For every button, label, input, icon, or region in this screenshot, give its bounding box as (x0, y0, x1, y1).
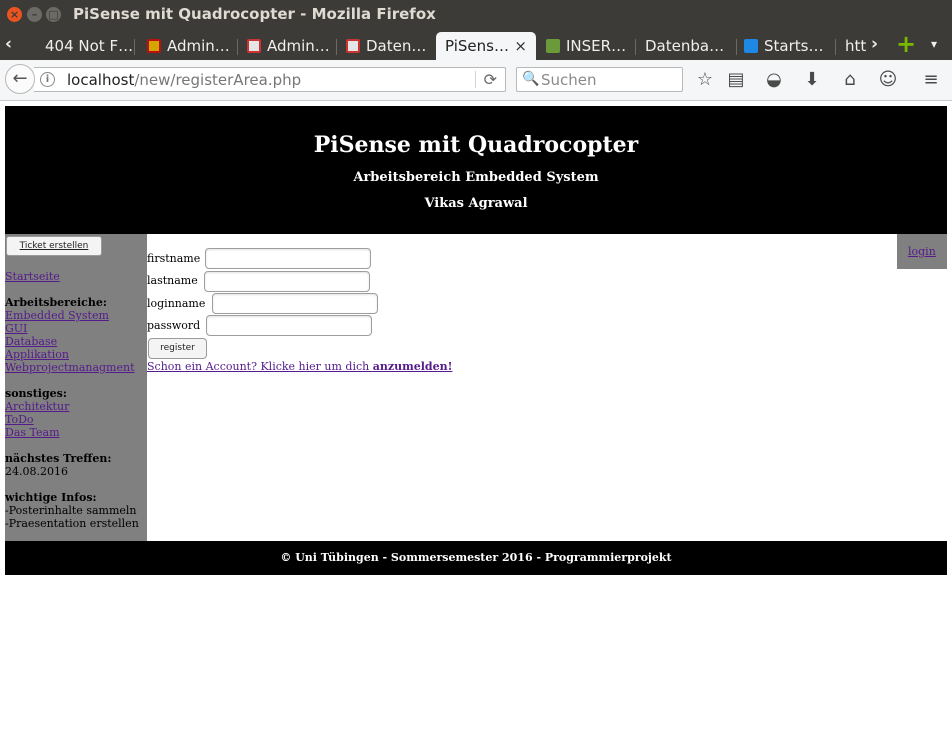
tab-label: Daten… (366, 37, 427, 55)
close-icon: × (9, 8, 20, 21)
ticket-create-button[interactable]: Ticket erstellen (6, 236, 102, 256)
tab-label: 404 Not F… (45, 37, 134, 55)
page-author: Vikas Agrawal (424, 196, 528, 211)
sidebar-heading-infos: wichtige Infos: (5, 491, 97, 504)
url-text[interactable]: localhost/new/registerArea.php (67, 71, 301, 89)
back-button[interactable]: ← (5, 64, 35, 94)
search-placeholder: Suchen (541, 71, 597, 89)
sidebar-link-database[interactable]: Database (5, 335, 135, 348)
site-info-icon[interactable]: i (40, 72, 55, 87)
register-form: firstname lastname loginname password re… (147, 234, 897, 541)
firstname-label: firstname (147, 252, 201, 265)
sidebar-link-todo[interactable]: ToDo (5, 413, 69, 426)
reading-list-icon[interactable]: ▤ (725, 69, 747, 91)
info-item: -Posterinhalte sammeln (5, 504, 137, 517)
plugin-icon (346, 39, 360, 53)
tab-daten[interactable]: Daten… (337, 32, 435, 60)
reload-icon[interactable]: ⟳ (484, 70, 497, 89)
pocket-icon[interactable]: ◒ (763, 69, 785, 91)
list-all-tabs-icon[interactable]: ▾ (931, 35, 937, 53)
tab-label: Admin… (267, 37, 330, 55)
window-minimize-button[interactable]: – (27, 7, 42, 22)
loginname-input[interactable] (212, 293, 378, 314)
tab-label: Datenba… (645, 37, 725, 55)
tab-http[interactable]: htt (836, 32, 866, 60)
downloads-icon[interactable]: ⬇ (801, 69, 823, 91)
password-label: password (147, 319, 201, 332)
tab-404[interactable]: 404 Not F… (26, 32, 134, 60)
tab-admin-1[interactable]: Admin… (135, 32, 237, 60)
minimize-icon: – (31, 8, 38, 21)
tab-insert[interactable]: INSER… (537, 32, 635, 60)
login-link-bold: anzumelden! (372, 360, 453, 373)
window-close-button[interactable]: × (7, 7, 22, 22)
url-divider (475, 71, 476, 88)
login-panel: login (897, 234, 947, 269)
new-tab-plus-icon[interactable]: + (896, 32, 916, 56)
tab-scroll-right-icon[interactable]: › (871, 35, 878, 53)
home-icon[interactable]: ⌂ (839, 69, 861, 91)
sidebar-link-architektur[interactable]: Architektur (5, 400, 69, 413)
dropbox-icon (744, 39, 758, 53)
window-maximize-button[interactable]: □ (46, 7, 61, 22)
loginname-label: loginname (147, 297, 206, 310)
login-link-text: Schon ein Account? Klicke hier um dich (147, 360, 373, 373)
tab-admin-2[interactable]: Admin… (238, 32, 336, 60)
sidebar-link-das-team[interactable]: Das Team (5, 426, 69, 439)
tab-strip: ‹ 404 Not F… Admin… Admin… Daten… PiSens… (0, 29, 952, 60)
smiley-icon[interactable]: ☺ (877, 69, 899, 91)
register-button[interactable]: register (148, 338, 207, 359)
maximize-icon: □ (48, 8, 59, 21)
sidebar: Ticket erstellen Startseite Arbeitsberei… (5, 234, 147, 541)
search-icon: 🔍 (522, 71, 540, 87)
page-header: PiSense mit Quadrocopter Arbeitsbereich … (5, 106, 947, 234)
url-host: localhost (67, 71, 135, 89)
search-input[interactable]: 🔍 Suchen (516, 67, 683, 92)
page-subtitle: Arbeitsbereich Embedded System (353, 170, 599, 185)
firstname-input[interactable] (205, 248, 371, 269)
url-bar[interactable]: i localhost/new/registerArea.php ⟳ (34, 67, 506, 92)
sidebar-heading-areas: Arbeitsbereiche: (5, 296, 107, 309)
page-footer: © Uni Tübingen - Sommersemester 2016 - P… (5, 541, 947, 575)
tab-datenbank[interactable]: Datenba… (636, 32, 736, 60)
lastname-label: lastname (147, 274, 198, 287)
tab-label: Starts… (764, 37, 824, 55)
leaf-icon (546, 39, 560, 53)
tab-close-icon[interactable]: × (514, 32, 527, 60)
navigation-toolbar: i localhost/new/registerArea.php ⟳ ← 🔍 S… (0, 60, 952, 101)
meeting-date: 24.08.2016 (5, 465, 68, 478)
tab-label: Admin… (167, 37, 230, 55)
page-title: PiSense mit Quadrocopter (313, 132, 639, 158)
sidebar-heading-meeting: nächstes Treffen: (5, 452, 112, 465)
url-path: /new/registerArea.php (134, 71, 302, 89)
sidebar-link-applikation[interactable]: Applikation (5, 348, 135, 361)
phpmyadmin-icon (147, 39, 161, 53)
tab-label: PiSens… (445, 37, 509, 55)
tab-label: htt (845, 37, 866, 55)
menu-icon[interactable]: ≡ (920, 69, 942, 91)
info-item: -Praesentation erstellen (5, 517, 139, 530)
sidebar-link-webprojectmanagment[interactable]: Webprojectmanagment (5, 361, 135, 374)
sidebar-heading-misc: sonstiges: (5, 387, 67, 400)
window-titlebar: × – □ PiSense mit Quadrocopter - Mozilla… (0, 0, 952, 29)
sidebar-link-embedded-system[interactable]: Embedded System (5, 309, 135, 322)
tab-scroll-left-icon[interactable]: ‹ (5, 35, 12, 53)
sidebar-link-gui[interactable]: GUI (5, 322, 135, 335)
plugin-icon (247, 39, 261, 53)
tab-label: INSER… (566, 37, 627, 55)
lastname-input[interactable] (204, 271, 370, 292)
tab-pisense-active[interactable]: PiSens… × (436, 32, 536, 60)
login-link-right[interactable]: login (908, 245, 936, 258)
login-link[interactable]: Schon ein Account? Klicke hier um dich a… (147, 360, 452, 373)
window-title: PiSense mit Quadrocopter - Mozilla Firef… (73, 5, 436, 23)
tab-startseite[interactable]: Starts… (737, 32, 835, 60)
bookmark-star-icon[interactable]: ☆ (694, 69, 716, 91)
sidebar-link-startseite[interactable]: Startseite (5, 270, 60, 283)
password-input[interactable] (206, 315, 372, 336)
